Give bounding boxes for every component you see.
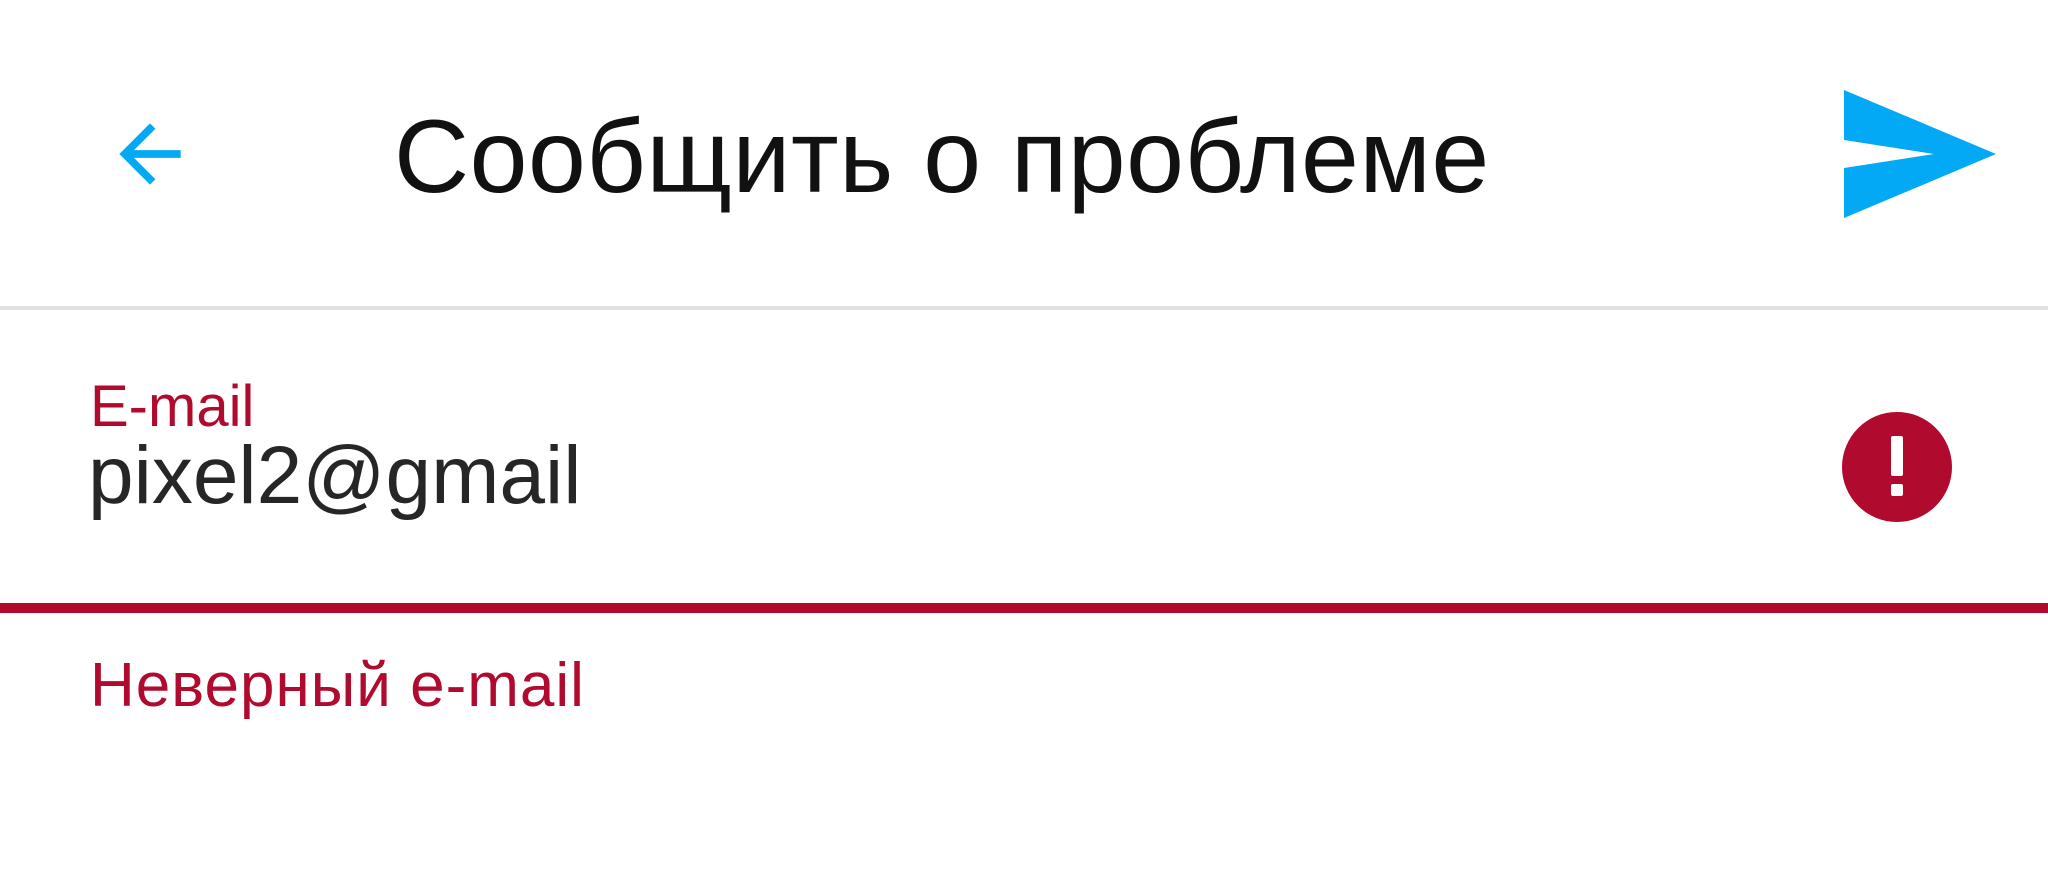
report-problem-screen: Сообщить о проблеме E-mail Неверный e-ma… [0, 0, 2048, 890]
back-button[interactable] [88, 96, 212, 212]
email-input[interactable] [88, 426, 1788, 526]
toolbar: Сообщить о проблеме [0, 0, 2048, 306]
send-button[interactable] [1830, 80, 2010, 230]
arrow-left-icon [119, 123, 181, 185]
email-field-underline [0, 603, 2048, 613]
page-title: Сообщить о проблеме [394, 99, 1490, 215]
error-exclamation-icon [1842, 412, 1952, 522]
email-error-message: Неверный e-mail [90, 651, 585, 720]
send-icon [1844, 90, 1996, 218]
email-field[interactable]: E-mail [0, 310, 2048, 612]
